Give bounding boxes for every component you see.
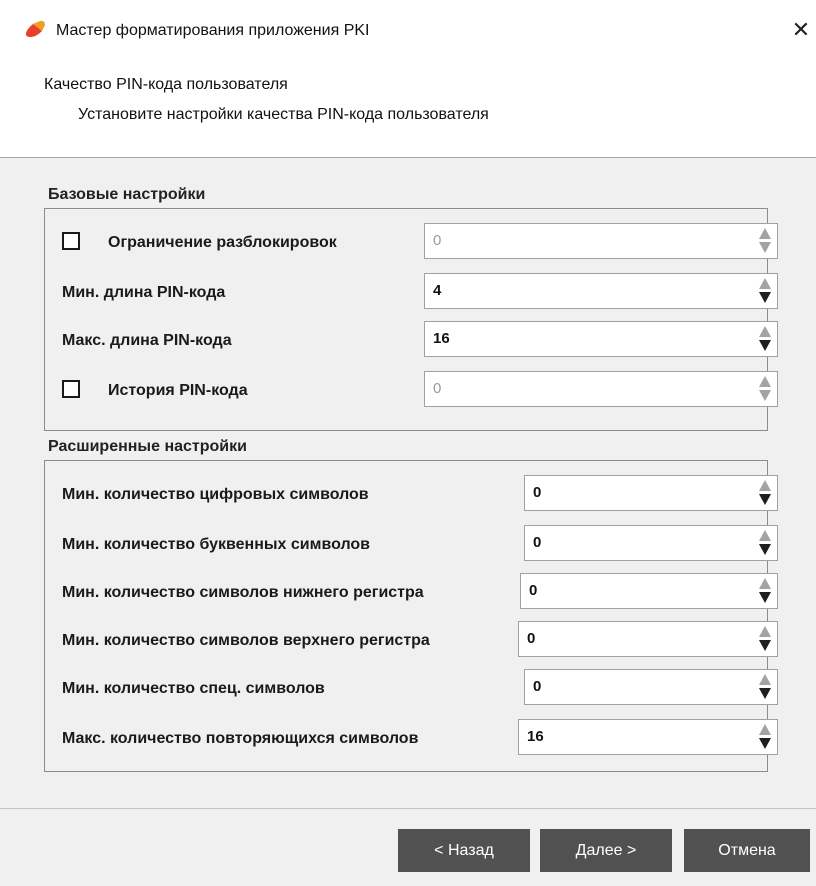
max-pin-length-label: Макс. длина PIN-кода [62,332,232,349]
min-letter-chars-label: Мин. количество буквенных символов [62,536,371,553]
spin-arrows-icon[interactable] [759,674,771,700]
max-repeat-chars-label: Макс. количество повторяющихся символов [62,730,419,747]
wizard-window: Мастер форматирования приложения PKI ✕ К… [0,0,816,886]
pin-history-value: 0 [433,380,442,397]
max-pin-length-spinbox[interactable]: 16 [424,321,778,357]
spin-arrows-icon[interactable] [759,626,771,652]
min-digit-chars-value: 0 [533,484,542,501]
unblock-limit-spinbox[interactable]: 0 [424,223,778,259]
unblock-limit-label: Ограничение разблокировок [108,234,337,251]
min-special-chars-label: Мин. количество спец. символов [62,680,325,697]
spin-arrows-icon[interactable] [759,376,771,402]
max-repeat-chars-spinbox[interactable]: 16 [518,719,778,755]
wizard-header: Качество PIN-кода пользователя Установит… [0,60,816,158]
pin-history-spinbox[interactable]: 0 [424,371,778,407]
pin-history-checkbox[interactable] [62,380,80,398]
pki-app-icon [25,20,45,37]
unblock-limit-value: 0 [433,232,442,249]
back-button[interactable]: < Назад [398,829,530,872]
min-uppercase-chars-spinbox[interactable]: 0 [518,621,778,657]
min-letter-chars-spinbox[interactable]: 0 [524,525,778,561]
wizard-body: Базовые настройки Ограничение разблокиро… [0,158,816,886]
min-pin-length-label: Мин. длина PIN-кода [62,284,226,301]
title-bar: Мастер форматирования приложения PKI ✕ [0,0,816,60]
min-digit-chars-spinbox[interactable]: 0 [524,475,778,511]
cancel-button[interactable]: Отмена [684,829,810,872]
pin-history-label: История PIN-кода [108,382,248,399]
spin-arrows-icon[interactable] [759,278,771,304]
footer-divider [0,808,816,809]
spin-arrows-icon[interactable] [759,530,771,556]
min-special-chars-value: 0 [533,678,542,695]
spin-arrows-icon[interactable] [759,326,771,352]
advanced-settings-title: Расширенные настройки [48,438,247,455]
min-lowercase-chars-spinbox[interactable]: 0 [520,573,778,609]
close-icon[interactable]: ✕ [786,13,816,47]
basic-settings-title: Базовые настройки [48,186,206,203]
spin-arrows-icon[interactable] [759,724,771,750]
min-uppercase-chars-value: 0 [527,630,536,647]
min-pin-length-value: 4 [433,282,442,299]
spin-arrows-icon[interactable] [759,480,771,506]
min-lowercase-chars-label: Мин. количество символов нижнего регистр… [62,584,424,601]
max-pin-length-value: 16 [433,330,450,347]
page-title: Качество PIN-кода пользователя [44,76,288,93]
next-button[interactable]: Далее > [540,829,672,872]
min-special-chars-spinbox[interactable]: 0 [524,669,778,705]
page-subtitle: Установите настройки качества PIN-кода п… [78,106,489,123]
spin-arrows-icon[interactable] [759,228,771,254]
min-digit-chars-label: Мин. количество цифровых символов [62,486,369,503]
spin-arrows-icon[interactable] [759,578,771,604]
min-letter-chars-value: 0 [533,534,542,551]
max-repeat-chars-value: 16 [527,728,544,745]
window-title: Мастер форматирования приложения PKI [56,22,370,39]
min-uppercase-chars-label: Мин. количество символов верхнего регист… [62,632,430,649]
min-lowercase-chars-value: 0 [529,582,538,599]
min-pin-length-spinbox[interactable]: 4 [424,273,778,309]
unblock-limit-checkbox[interactable] [62,232,80,250]
